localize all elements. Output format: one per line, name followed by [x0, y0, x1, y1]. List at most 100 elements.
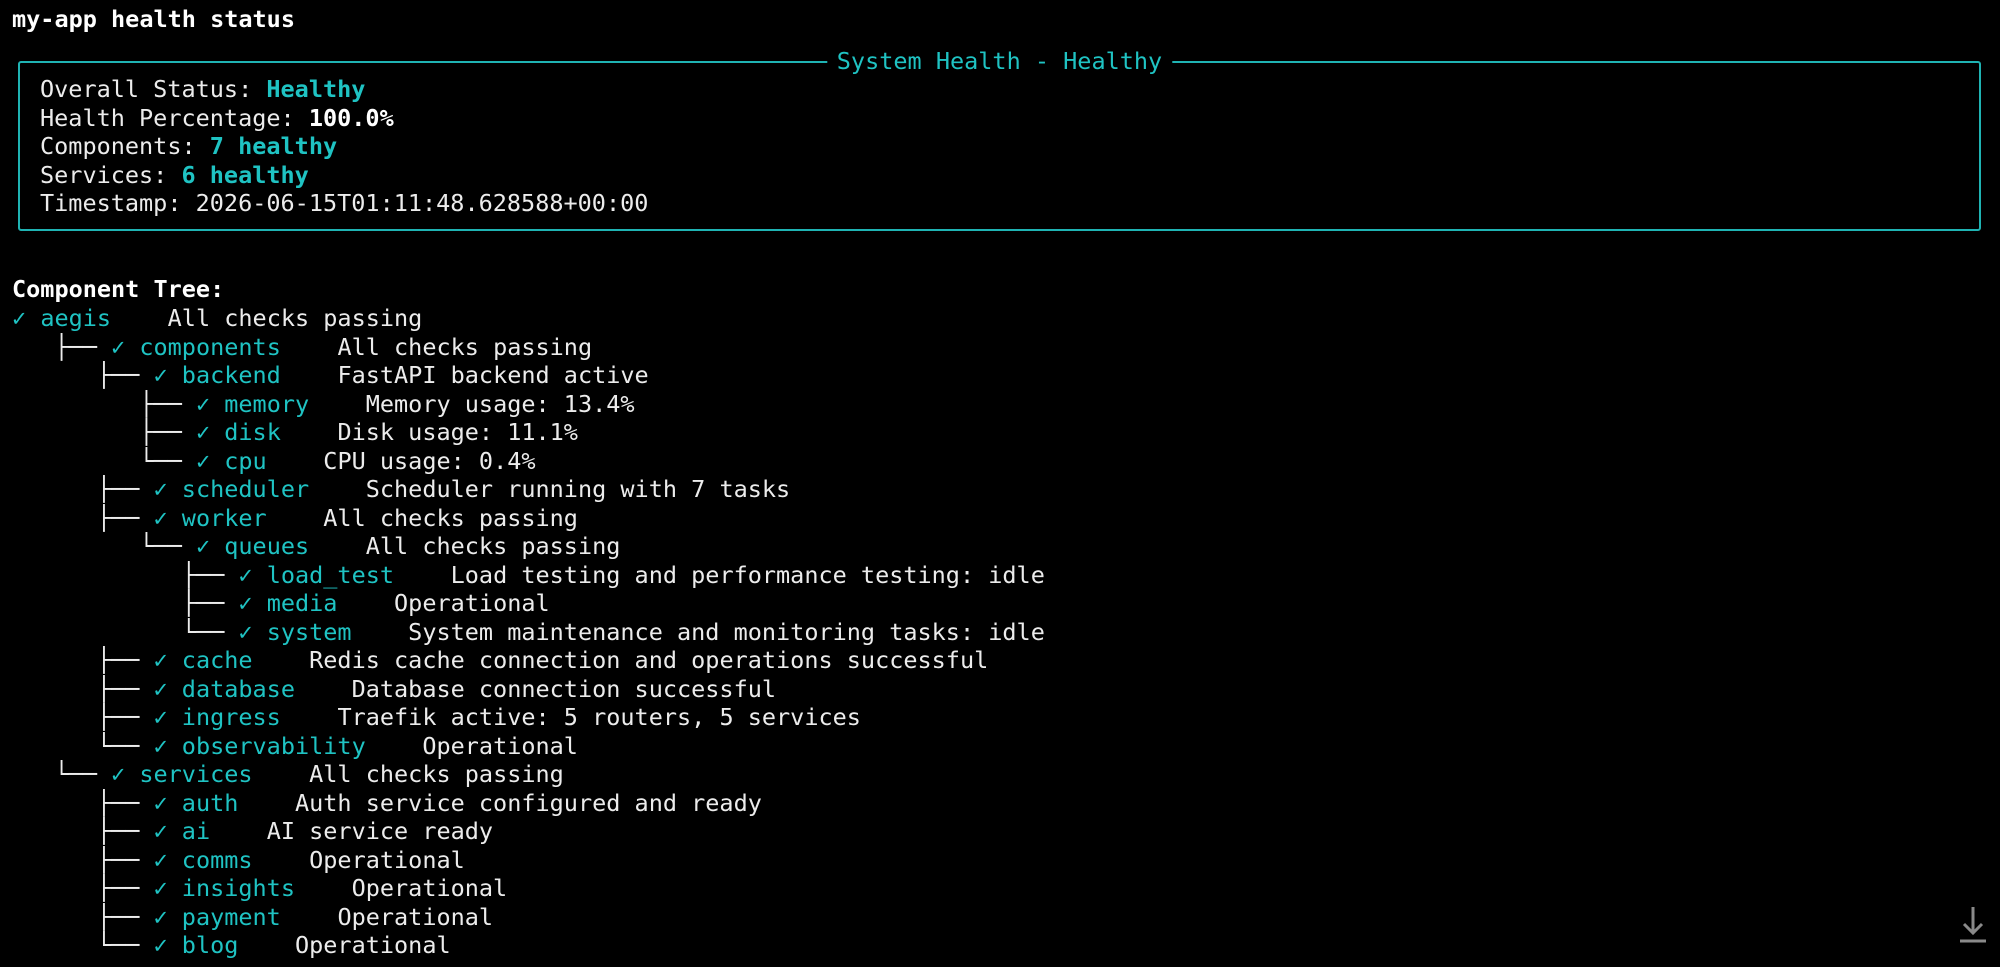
tree-node-message: FastAPI backend active — [337, 361, 649, 389]
health-row-value: 6 healthy — [181, 160, 309, 189]
tree-node-message: Operational — [422, 731, 578, 760]
page-title: my-app health status — [12, 5, 295, 33]
health-row-label: Components: — [40, 132, 210, 160]
tree-node: └── ✓ system System maintenance and moni… — [12, 618, 1045, 647]
tree-node: ├── ✓ ingress Traefik active: 5 routers,… — [12, 703, 861, 732]
tree-node: ├── ✓ scheduler Scheduler running with 7… — [12, 475, 790, 504]
tree-node-name: payment — [181, 902, 281, 931]
tree-node-message: Operational — [351, 874, 508, 902]
tree-connector: ├── — [12, 788, 154, 817]
tree-node-message: Traefik active: 5 routers, 5 services — [337, 703, 861, 731]
tree-node-message: Disk usage: 11.1% — [337, 418, 578, 446]
tree-node: ├── ✓ disk Disk usage: 11.1% — [12, 418, 578, 447]
health-row-value: Healthy — [266, 75, 366, 103]
check-icon: ✓ — [153, 475, 168, 503]
component-tree-heading: Component Tree: — [12, 275, 225, 303]
check-icon: ✓ — [153, 845, 168, 874]
tree-node-message: Operational — [309, 845, 465, 874]
tree-node-name: cpu — [224, 446, 267, 475]
tree-node-name: system — [266, 617, 352, 646]
check-icon: ✓ — [153, 703, 168, 731]
arrow-down-to-line-icon[interactable] — [1958, 904, 1988, 944]
tree-node: ├── ✓ database Database connection succe… — [12, 675, 776, 704]
tree-node: └── ✓ blog Operational — [12, 931, 451, 960]
tree-connector: └── — [12, 760, 112, 788]
tree-node: ├── ✓ cache Redis cache connection and o… — [12, 646, 988, 675]
check-icon: ✓ — [195, 418, 211, 446]
tree-node: ├── ✓ comms Operational — [12, 846, 465, 875]
tree-node-name: backend — [181, 361, 281, 389]
tree-node-name: worker — [181, 503, 267, 532]
check-icon: ✓ — [153, 674, 168, 703]
health-row-value: 7 healthy — [209, 132, 338, 160]
tree-node-name: blog — [181, 931, 239, 959]
tree-node-name: disk — [224, 418, 281, 446]
tree-node: └── ✓ cpu CPU usage: 0.4% — [12, 446, 535, 476]
tree-node-name: auth — [181, 788, 239, 817]
tree-node-message: All checks passing — [365, 532, 621, 560]
check-icon: ✓ — [153, 817, 168, 845]
health-row-value: 2026-06-15T01:11:48.628588+00:00 — [195, 189, 649, 217]
tree-node-message: AI service ready — [266, 817, 494, 845]
tree-node-message: Redis cache connection and operations su… — [309, 646, 989, 674]
tree-node-name: memory — [224, 389, 310, 418]
tree-node-message: System maintenance and monitoring tasks:… — [408, 617, 1045, 646]
tree-node: ├── ✓ backend FastAPI backend active — [12, 361, 649, 390]
check-icon: ✓ — [238, 589, 253, 617]
tree-connector: ├── — [12, 845, 154, 874]
tree-connector: ├── — [12, 361, 154, 389]
tree-node-message: Database connection successful — [351, 674, 777, 703]
check-icon: ✓ — [195, 532, 211, 560]
tree-connector: ├── — [12, 589, 239, 617]
tree-connector: ├── — [12, 418, 196, 446]
tree-connector: ├── — [12, 503, 154, 532]
tree-node: ├── ✓ memory Memory usage: 13.4% — [12, 389, 635, 419]
tree-connector: ├── — [12, 902, 154, 931]
check-icon: ✓ — [238, 560, 253, 589]
tree-node-message: Memory usage: 13.4% — [365, 389, 635, 418]
check-icon: ✓ — [153, 874, 168, 902]
tree-connector: ├── — [12, 332, 112, 361]
tree-node: ├── ✓ load_test Load testing and perform… — [12, 561, 1045, 590]
health-row-value: 100.0% — [308, 103, 394, 132]
tree-node-message: All checks passing — [337, 332, 593, 361]
tree-node-name: services — [139, 760, 253, 788]
tree-node-name: insights — [181, 874, 295, 902]
tree-node-name: load_test — [266, 560, 395, 589]
tree-connector: ├── — [12, 646, 154, 674]
check-icon: ✓ — [153, 731, 168, 760]
tree-node-message: Operational — [294, 931, 451, 959]
tree-node-name: observability — [181, 731, 366, 760]
tree-node: └── ✓ services All checks passing — [12, 760, 564, 789]
tree-node-name: components — [139, 332, 281, 361]
tree-node: ├── ✓ insights Operational — [12, 874, 507, 903]
tree-connector: ├── — [12, 389, 196, 418]
check-icon: ✓ — [153, 646, 168, 674]
tree-node-name: cache — [181, 646, 253, 674]
tree-node: ├── ✓ ai AI service ready — [12, 817, 493, 846]
check-icon: ✓ — [111, 760, 126, 788]
tree-node-name: ai — [181, 817, 211, 845]
health-row-label: Timestamp: — [40, 189, 196, 217]
tree-node: ✓ aegis All checks passing — [12, 304, 422, 333]
tree-connector: └── — [12, 532, 196, 560]
health-row: Health Percentage: 100.0% — [40, 104, 394, 133]
tree-node: ├── ✓ payment Operational — [12, 903, 493, 932]
check-icon: ✓ — [153, 931, 168, 959]
check-icon: ✓ — [12, 304, 27, 332]
tree-connector: └── — [12, 731, 154, 760]
check-icon: ✓ — [153, 788, 168, 817]
tree-node-name: database — [181, 674, 295, 703]
tree-node-name: scheduler — [181, 475, 310, 503]
tree-node-message: All checks passing — [309, 760, 564, 788]
check-icon: ✓ — [195, 446, 211, 475]
check-icon: ✓ — [153, 902, 168, 931]
tree-node-message: Operational — [337, 902, 494, 931]
health-row: Overall Status: Healthy — [40, 75, 365, 104]
tree-node-name: aegis — [40, 304, 112, 332]
health-row: Services: 6 healthy — [40, 161, 309, 190]
tree-node-message: Auth service configured and ready — [294, 788, 762, 817]
tree-node-name: ingress — [181, 703, 281, 731]
tree-node-message: Scheduler running with 7 tasks — [365, 475, 791, 503]
check-icon: ✓ — [153, 361, 168, 389]
